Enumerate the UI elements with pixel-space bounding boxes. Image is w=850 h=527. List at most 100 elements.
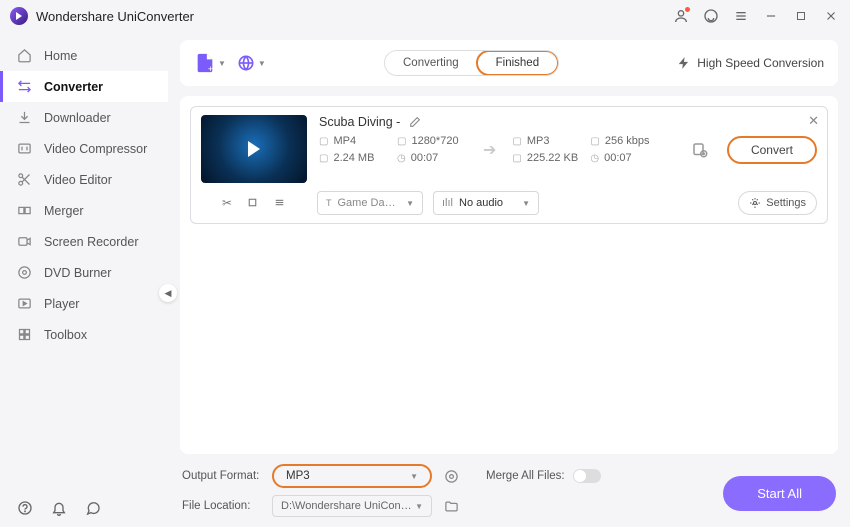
sidebar-label: Player — [44, 297, 79, 311]
menu-icon[interactable] — [732, 7, 750, 25]
help-icon[interactable] — [16, 499, 34, 517]
sidebar-item-converter[interactable]: Converter — [0, 71, 168, 102]
support-icon[interactable] — [702, 7, 720, 25]
sidebar-label: Home — [44, 49, 77, 63]
preset-icon[interactable] — [442, 467, 460, 485]
add-file-icon: + — [194, 52, 216, 74]
format-icon: ▢ — [319, 136, 328, 147]
converter-icon — [16, 79, 32, 95]
compressor-icon — [16, 141, 32, 157]
output-config-icon[interactable] — [691, 141, 709, 159]
sidebar-item-home[interactable]: Home — [0, 40, 168, 71]
user-icon[interactable] — [672, 7, 690, 25]
subtitle-value: Game Day 201... — [338, 197, 401, 209]
bolt-icon — [677, 56, 691, 70]
arrow-right-icon: ➔ — [483, 140, 496, 160]
sidebar-label: Merger — [44, 204, 84, 218]
add-url-icon — [236, 53, 256, 73]
chevron-down-icon: ▼ — [258, 59, 266, 68]
chevron-down-icon: ▼ — [218, 59, 226, 68]
location-dropdown[interactable]: D:\Wondershare UniConverter ▼ — [272, 495, 432, 517]
close-icon[interactable] — [822, 7, 840, 25]
gear-icon — [749, 197, 761, 209]
settings-label: Settings — [766, 197, 806, 209]
tab-finished[interactable]: Finished — [476, 50, 559, 76]
sidebar-label: DVD Burner — [44, 266, 111, 280]
settings-button[interactable]: Settings — [738, 191, 817, 215]
merge-label: Merge All Files: — [486, 470, 565, 482]
recorder-icon — [16, 234, 32, 250]
clock-icon: ◷ — [397, 153, 406, 164]
sidebar-label: Converter — [44, 80, 103, 94]
remove-file-icon[interactable]: ✕ — [808, 113, 819, 129]
add-url-button[interactable]: ▼ — [236, 53, 266, 73]
app-title: Wondershare UniConverter — [36, 9, 672, 24]
sidebar: Home Converter Downloader Video Compress… — [0, 32, 168, 527]
chevron-down-icon: ▼ — [410, 472, 418, 481]
src-format: MP4 — [333, 135, 356, 147]
add-file-button[interactable]: + ▼ — [194, 52, 226, 74]
convert-button[interactable]: Convert — [727, 136, 817, 164]
src-duration: 00:07 — [411, 152, 439, 164]
location-value: D:\Wondershare UniConverter — [281, 500, 415, 512]
start-all-button[interactable]: Start All — [723, 476, 836, 511]
disc-icon — [16, 265, 32, 281]
file-title: Scuba Diving - — [319, 115, 400, 129]
audio-wave-icon: ılıl — [442, 197, 453, 209]
bottom-bar: Output Format: MP3 ▼ Merge All Files: Fi… — [168, 454, 850, 527]
open-folder-icon[interactable] — [442, 497, 460, 515]
trim-icon[interactable]: ✂ — [222, 196, 232, 210]
audio-dropdown[interactable]: ılıl No audio ▼ — [433, 191, 539, 215]
edit-title-icon[interactable] — [408, 116, 421, 129]
collapse-sidebar-button[interactable]: ◀ — [159, 284, 177, 302]
bitrate-icon: ▢ — [590, 136, 599, 147]
more-icon[interactable] — [273, 196, 286, 210]
toolbox-icon — [16, 327, 32, 343]
feedback-icon[interactable] — [84, 499, 102, 517]
titlebar: Wondershare UniConverter — [0, 0, 850, 32]
minimize-icon[interactable] — [762, 7, 780, 25]
home-icon — [16, 48, 32, 64]
dst-duration: 00:07 — [604, 152, 632, 164]
crop-icon[interactable] — [246, 196, 259, 210]
tab-converting[interactable]: Converting — [385, 51, 477, 75]
sidebar-item-editor[interactable]: Video Editor — [0, 164, 168, 195]
maximize-icon[interactable] — [792, 7, 810, 25]
subtitle-dropdown[interactable]: T Game Day 201... ▼ — [317, 191, 423, 215]
merge-toggle[interactable] — [573, 469, 601, 483]
src-resolution: 1280*720 — [411, 135, 458, 147]
sidebar-label: Toolbox — [44, 328, 87, 342]
dst-size: 225.22 KB — [527, 152, 578, 164]
output-format-dropdown[interactable]: MP3 ▼ — [272, 464, 432, 488]
size-icon: ▢ — [319, 153, 328, 164]
sidebar-label: Video Editor — [44, 173, 112, 187]
size-icon: ▢ — [512, 153, 521, 164]
output-format-label: Output Format: — [182, 470, 262, 482]
format-icon: ▢ — [512, 136, 521, 147]
sidebar-item-compressor[interactable]: Video Compressor — [0, 133, 168, 164]
status-tabs: Converting Finished — [384, 50, 559, 76]
sidebar-item-downloader[interactable]: Downloader — [0, 102, 168, 133]
chevron-down-icon: ▼ — [522, 199, 530, 208]
sidebar-item-merger[interactable]: Merger — [0, 195, 168, 226]
dst-format: MP3 — [527, 135, 550, 147]
bell-icon[interactable] — [50, 499, 68, 517]
sidebar-item-player[interactable]: Player — [0, 288, 168, 319]
topbar: + ▼ ▼ Converting Finished High Speed Con… — [180, 40, 838, 86]
dst-bitrate: 256 kbps — [605, 135, 650, 147]
high-speed-toggle[interactable]: High Speed Conversion — [677, 56, 824, 70]
play-icon — [16, 296, 32, 312]
sidebar-item-recorder[interactable]: Screen Recorder — [0, 226, 168, 257]
svg-text:+: + — [208, 64, 213, 74]
download-icon — [16, 110, 32, 126]
main-panel: + ▼ ▼ Converting Finished High Speed Con… — [168, 32, 850, 527]
video-thumbnail[interactable] — [201, 115, 307, 183]
app-logo-icon — [10, 7, 28, 25]
resolution-icon: ▢ — [397, 136, 406, 147]
clock-icon: ◷ — [590, 153, 599, 164]
sidebar-item-toolbox[interactable]: Toolbox — [0, 319, 168, 350]
sidebar-item-dvd[interactable]: DVD Burner — [0, 257, 168, 288]
location-label: File Location: — [182, 500, 262, 512]
subtitle-icon: T — [326, 198, 332, 208]
src-size: 2.24 MB — [333, 152, 374, 164]
